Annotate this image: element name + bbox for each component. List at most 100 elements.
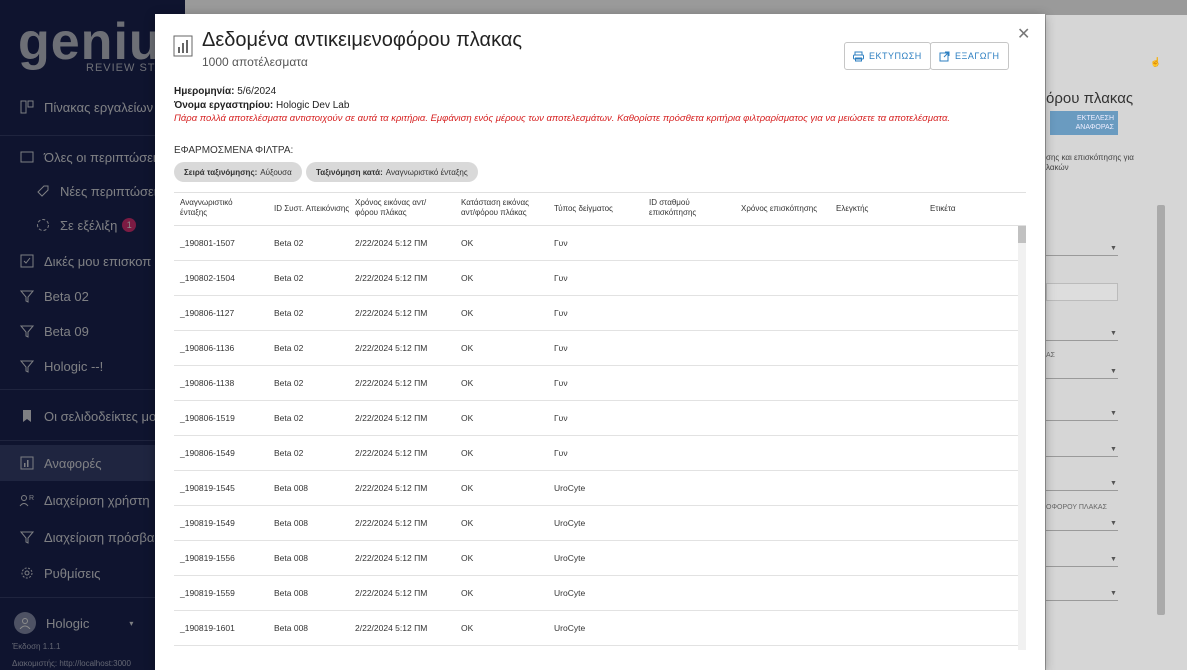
table-cell: _190806-1138 — [180, 378, 235, 388]
table-cell: Beta 02 — [274, 413, 304, 423]
modal-title: Δεδομένα αντικειμενοφόρου πλακας — [202, 29, 523, 51]
column-header[interactable]: Τύπος δείγματος — [554, 204, 613, 214]
table-cell: 2/22/2024 5:12 ΠΜ — [355, 238, 428, 248]
filter-chip-sort-order: Σειρά ταξινόμησης: Αύξουσα — [174, 162, 302, 182]
table-cell: _190819-1556 — [180, 553, 235, 563]
table-cell: Beta 02 — [274, 273, 304, 283]
warning-message: Πάρα πολλά αποτελέσματα αντιστοιχούν σε … — [174, 113, 950, 124]
table-cell: 2/22/2024 5:12 ΠΜ — [355, 518, 428, 528]
table-cell: Beta 02 — [274, 343, 304, 353]
table-cell: UroCyte — [554, 553, 586, 563]
column-header[interactable]: Ελεγκτής — [836, 204, 868, 214]
table-cell: Beta 008 — [274, 518, 309, 528]
table-cell: Beta 02 — [274, 378, 304, 388]
field-label: ΟΦΟΡΟΥ ΠΛΑΚΑΣ — [1046, 504, 1107, 511]
table-cell: 2/22/2024 5:12 ΠΜ — [355, 448, 428, 458]
table-cell: Beta 008 — [274, 623, 309, 633]
chevron-down-icon: ▼ — [1110, 330, 1117, 337]
text-input[interactable] — [1046, 283, 1118, 301]
chevron-down-icon: ▼ — [1110, 480, 1117, 487]
column-header[interactable]: Ετικέτα — [930, 204, 956, 214]
date-line: Ημερομηνία: 5/6/2024 — [174, 86, 277, 97]
printer-icon — [853, 51, 864, 61]
chevron-down-icon: ▼ — [1110, 520, 1117, 527]
column-header[interactable]: Χρόνος επισκόπησης — [741, 204, 817, 214]
chevron-down-icon: ▼ — [1110, 446, 1117, 453]
run-report-button[interactable]: ΕΚΤΕΛΕΣΗ ΑΝΑΦΟΡΑΣ — [1050, 111, 1118, 135]
table-cell: _190806-1127 — [180, 308, 235, 318]
table-cell: Beta 02 — [274, 308, 304, 318]
table-row[interactable]: _190806-1519 Beta 02 2/22/2024 5:12 ΠΜ OK Γυ… — [174, 401, 1020, 436]
table-cell: _190819-1545 — [180, 483, 235, 493]
table-row[interactable]: _190819-1549 Beta 008 2/22/2024 5:12 ΠΜ OK U… — [174, 506, 1020, 541]
column-header[interactable]: Αναγνωριστικό ένταξης — [180, 198, 233, 218]
chevron-down-icon: ▼ — [1110, 368, 1117, 375]
dropdown-underline[interactable] — [1046, 600, 1118, 601]
table-body: _190801-1507 Beta 02 2/22/2024 5:12 ΠΜ OK Γυ… — [174, 226, 1026, 650]
table-cell: 2/22/2024 5:12 ΠΜ — [355, 343, 428, 353]
chevron-down-icon: ▼ — [1110, 556, 1117, 563]
table-row[interactable]: _190819-1559 Beta 008 2/22/2024 5:12 ΠΜ OK U… — [174, 576, 1020, 611]
table-cell: 2/22/2024 5:12 ΠΜ — [355, 378, 428, 388]
table-cell: Beta 008 — [274, 483, 309, 493]
column-header[interactable]: Χρόνος εικόνας αντ/φόρου πλάκας — [355, 198, 426, 218]
filter-chip-sort-by: Ταξινόμηση κατά: Αναγνωριστικό ένταξης — [306, 162, 478, 182]
dropdown-underline[interactable] — [1046, 456, 1118, 457]
dropdown-underline[interactable] — [1046, 566, 1118, 567]
table-scrollbar-thumb[interactable] — [1018, 226, 1026, 243]
table-cell: 2/22/2024 5:12 ΠΜ — [355, 308, 428, 318]
table-cell: OK — [461, 448, 474, 458]
table-cell: _190806-1519 — [180, 413, 235, 423]
table-cell: OK — [461, 623, 474, 633]
export-button[interactable]: ΕΞΑΓΩΓΗ — [930, 42, 1009, 70]
background-description: σης και επισκόπησης για λακών — [1046, 153, 1134, 172]
table-cell: OK — [461, 413, 474, 423]
report-icon — [173, 35, 193, 57]
table-cell: 2/22/2024 5:12 ΠΜ — [355, 553, 428, 563]
table-cell: Beta 008 — [274, 588, 309, 598]
table-header: Αναγνωριστικό ένταξης ID Συστ. Απεικόνιση… — [174, 192, 1026, 226]
table-cell: OK — [461, 483, 474, 493]
table-row[interactable]: _190801-1507 Beta 02 2/22/2024 5:12 ΠΜ OK Γυ… — [174, 226, 1020, 261]
table-row[interactable]: _190806-1549 Beta 02 2/22/2024 5:12 ΠΜ OK Γυ… — [174, 436, 1020, 471]
table-row[interactable]: _190806-1136 Beta 02 2/22/2024 5:12 ΠΜ OK Γυ… — [174, 331, 1020, 366]
table-cell: OK — [461, 273, 474, 283]
dropdown-underline[interactable] — [1046, 530, 1118, 531]
background-scrollbar[interactable] — [1157, 205, 1165, 615]
column-header[interactable]: ID Συστ. Απεικόνισης — [274, 204, 349, 214]
table-cell: OK — [461, 378, 474, 388]
table-scrollbar[interactable] — [1018, 226, 1026, 650]
close-icon[interactable]: ✕ — [1017, 24, 1030, 44]
dropdown-underline[interactable] — [1046, 378, 1118, 379]
table-row[interactable]: _190819-1556 Beta 008 2/22/2024 5:12 ΠΜ OK U… — [174, 541, 1020, 576]
column-header[interactable]: ID σταθμού επισκόπησης — [649, 198, 696, 218]
dropdown-underline[interactable] — [1046, 255, 1118, 256]
chevron-down-icon: ▼ — [1110, 245, 1117, 252]
table-row[interactable]: _190806-1127 Beta 02 2/22/2024 5:12 ΠΜ OK Γυ… — [174, 296, 1020, 331]
table-cell: OK — [461, 518, 474, 528]
chevron-down-icon: ▼ — [1110, 410, 1117, 417]
dropdown-underline[interactable] — [1046, 490, 1118, 491]
table-cell: 2/22/2024 5:12 ΠΜ — [355, 273, 428, 283]
table-cell: Γυν — [554, 343, 568, 353]
table-row[interactable]: _190819-1545 Beta 008 2/22/2024 5:12 ΠΜ OK U… — [174, 471, 1020, 506]
column-header[interactable]: Κατάσταση εικόνας αντ/φόρου πλάκας — [461, 198, 529, 218]
print-button[interactable]: ΕΚΤΥΠΩΣΗ — [844, 42, 931, 70]
table-cell: 2/22/2024 5:12 ΠΜ — [355, 413, 428, 423]
dropdown-underline[interactable] — [1046, 420, 1118, 421]
table-cell: Beta 02 — [274, 238, 304, 248]
table-cell: UroCyte — [554, 623, 586, 633]
table-cell: _190806-1549 — [180, 448, 235, 458]
table-cell: Γυν — [554, 308, 568, 318]
table-cell: _190819-1549 — [180, 518, 235, 528]
table-cell: _190802-1504 — [180, 273, 235, 283]
table-cell: Γυν — [554, 273, 568, 283]
table-cell: 2/22/2024 5:12 ΠΜ — [355, 588, 428, 598]
table-cell: Γυν — [554, 413, 568, 423]
external-link-icon — [939, 51, 950, 61]
table-row[interactable]: _190806-1138 Beta 02 2/22/2024 5:12 ΠΜ OK Γυ… — [174, 366, 1020, 401]
table-row[interactable]: _190819-1601 Beta 008 2/22/2024 5:12 ΠΜ OK U… — [174, 611, 1020, 646]
results-count: 1000 αποτέλεσματα — [202, 55, 308, 69]
table-row[interactable]: _190802-1504 Beta 02 2/22/2024 5:12 ΠΜ OK Γυ… — [174, 261, 1020, 296]
dropdown-underline[interactable] — [1046, 340, 1118, 341]
